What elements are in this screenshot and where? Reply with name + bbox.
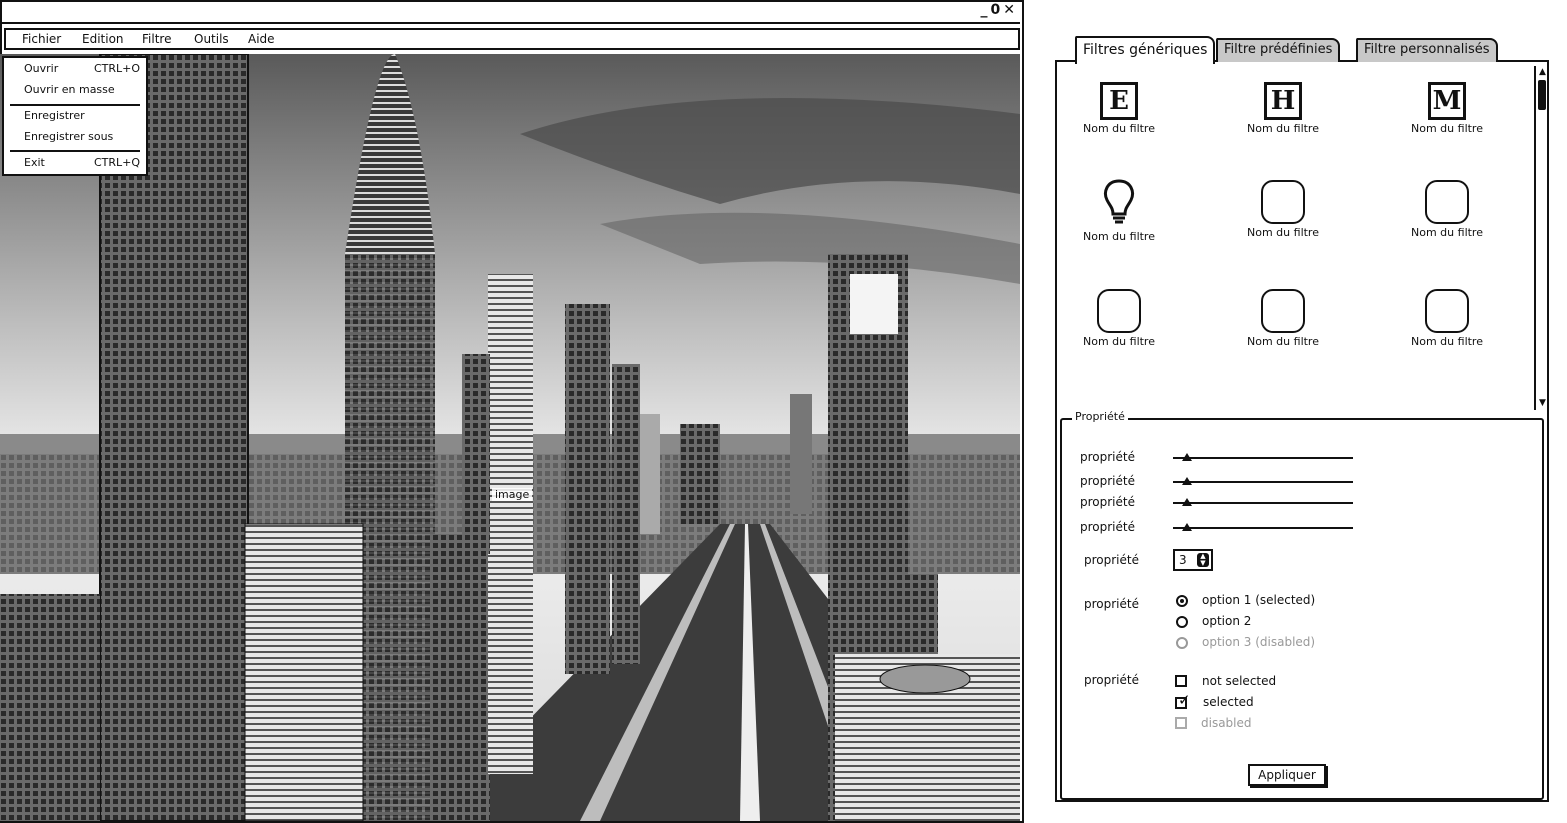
shortcut-exit: CTRL+Q bbox=[93, 156, 140, 169]
filter-item[interactable]: Nom du filtre bbox=[1228, 289, 1338, 348]
radio-option-3 bbox=[1176, 637, 1188, 649]
window-controls: _ 0 ✕ bbox=[979, 2, 1016, 18]
checkbox-selected-label: selected bbox=[1203, 695, 1254, 709]
property-label: propriété bbox=[1080, 520, 1135, 534]
checkbox-not-selected-label: not selected bbox=[1202, 674, 1277, 688]
filter-label: Nom du filtre bbox=[1247, 226, 1319, 239]
radio-option-2-label: option 2 bbox=[1202, 614, 1252, 628]
properties-legend: Propriété bbox=[1072, 410, 1128, 423]
filter-item[interactable]: M Nom du filtre bbox=[1392, 82, 1502, 135]
menu-item-enregistrer-sous[interactable]: Enregistrer sous bbox=[24, 130, 113, 143]
filter-item[interactable]: Nom du filtre bbox=[1064, 178, 1174, 243]
filter-item[interactable]: Nom du filtre bbox=[1392, 180, 1502, 239]
menu-aide[interactable]: Aide bbox=[248, 32, 275, 46]
letter-e-icon: E bbox=[1100, 82, 1138, 120]
menu-bar: Fichier Edition Filtre Outils Aide bbox=[4, 28, 1020, 50]
stepper-value[interactable]: 3 bbox=[1179, 553, 1187, 567]
slider-thumb[interactable] bbox=[1182, 498, 1193, 506]
slider-thumb[interactable] bbox=[1182, 477, 1193, 485]
radio-option-3-label: option 3 (disabled) bbox=[1202, 635, 1316, 649]
tab-filtre-predefinies[interactable]: Filtre prédéfinies bbox=[1216, 38, 1341, 62]
property-label: propriété bbox=[1080, 495, 1135, 509]
lightbulb-icon bbox=[1104, 179, 1134, 224]
filter-label: Nom du filtre bbox=[1083, 335, 1155, 348]
property-label: propriété bbox=[1080, 474, 1135, 488]
blank-placeholder-icon bbox=[1425, 289, 1469, 333]
checkbox-selected[interactable]: ✓ bbox=[1175, 691, 1191, 709]
menu-item-exit[interactable]: Exit bbox=[24, 156, 45, 169]
menu-separator bbox=[10, 104, 140, 106]
tab-filtres-generiques[interactable]: Filtres génériques bbox=[1075, 36, 1216, 64]
scroll-down-icon[interactable]: ▼ bbox=[1537, 398, 1548, 409]
filter-label: Nom du filtre bbox=[1083, 230, 1155, 243]
letter-h-icon: H bbox=[1264, 82, 1302, 120]
menu-outils[interactable]: Outils bbox=[194, 32, 229, 46]
blank-placeholder-icon bbox=[1425, 180, 1469, 224]
checkbox-disabled-label: disabled bbox=[1201, 716, 1252, 730]
radio-option-2[interactable] bbox=[1176, 616, 1188, 628]
property-label: propriété bbox=[1084, 553, 1139, 567]
city-photo bbox=[0, 54, 1020, 821]
stepper-arrows-icon[interactable]: ▲ ▼ bbox=[1197, 553, 1209, 567]
filter-label: Nom du filtre bbox=[1411, 226, 1483, 239]
slider-thumb[interactable] bbox=[1182, 523, 1193, 531]
property-slider[interactable] bbox=[1173, 453, 1353, 461]
filter-label: Nom du filtre bbox=[1083, 122, 1155, 135]
scroll-thumb[interactable] bbox=[1538, 80, 1546, 110]
filter-item[interactable]: H Nom du filtre bbox=[1228, 82, 1338, 135]
checkbox-disabled bbox=[1175, 717, 1187, 729]
close-icon[interactable]: ✕ bbox=[1003, 2, 1016, 18]
menu-item-enregistrer[interactable]: Enregistrer bbox=[24, 109, 85, 122]
shortcut-ouvrir: CTRL+O bbox=[93, 62, 140, 75]
apply-button[interactable]: Appliquer bbox=[1248, 764, 1326, 786]
filter-grid: E Nom du filtre H Nom du filtre M Nom du… bbox=[1058, 64, 1534, 408]
checkbox-not-selected[interactable] bbox=[1175, 675, 1187, 687]
slider-thumb[interactable] bbox=[1182, 453, 1193, 461]
menu-fichier[interactable]: Fichier bbox=[22, 32, 61, 46]
menu-item-ouvrir[interactable]: Ouvrir bbox=[24, 62, 58, 75]
image-label: image bbox=[492, 488, 533, 501]
filter-item[interactable]: Nom du filtre bbox=[1392, 289, 1502, 348]
filter-label: Nom du filtre bbox=[1247, 122, 1319, 135]
menu-item-ouvrir-en-masse[interactable]: Ouvrir en masse bbox=[24, 83, 115, 96]
filter-item[interactable]: Nom du filtre bbox=[1064, 289, 1174, 348]
filter-label: Nom du filtre bbox=[1247, 335, 1319, 348]
property-label: propriété bbox=[1084, 597, 1139, 611]
filter-item[interactable]: Nom du filtre bbox=[1228, 180, 1338, 239]
filter-label: Nom du filtre bbox=[1411, 335, 1483, 348]
property-slider[interactable] bbox=[1173, 477, 1353, 485]
scroll-up-icon[interactable]: ▲ bbox=[1537, 67, 1548, 78]
menu-separator bbox=[10, 150, 140, 152]
menu-edition[interactable]: Edition bbox=[82, 32, 124, 46]
title-bar: _ 0 ✕ bbox=[0, 0, 1020, 24]
letter-m-icon: M bbox=[1428, 82, 1466, 120]
blank-placeholder-icon bbox=[1261, 180, 1305, 224]
check-icon: ✓ bbox=[1178, 691, 1191, 709]
radio-option-1[interactable] bbox=[1176, 595, 1188, 607]
property-slider[interactable] bbox=[1173, 523, 1353, 531]
property-slider[interactable] bbox=[1173, 498, 1353, 506]
blank-placeholder-icon bbox=[1261, 289, 1305, 333]
filter-label: Nom du filtre bbox=[1411, 122, 1483, 135]
filter-item[interactable]: E Nom du filtre bbox=[1064, 82, 1174, 135]
blank-placeholder-icon bbox=[1097, 289, 1141, 333]
property-label: propriété bbox=[1080, 450, 1135, 464]
radio-option-1-label: option 1 (selected) bbox=[1202, 593, 1316, 607]
property-label: propriété bbox=[1084, 673, 1139, 687]
minimize-icon[interactable]: _ bbox=[981, 2, 989, 18]
image-viewport[interactable]: image bbox=[0, 54, 1020, 821]
tab-filtre-personnalises[interactable]: Filtre personnalisés bbox=[1356, 38, 1498, 62]
file-menu: Ouvrir CTRL+O Ouvrir en masse Enregistre… bbox=[2, 56, 148, 176]
quantity-stepper[interactable]: 3 ▲ ▼ bbox=[1173, 549, 1213, 571]
menu-filtre[interactable]: Filtre bbox=[142, 32, 171, 46]
filter-scrollbar[interactable]: ▲ ▼ bbox=[1534, 66, 1548, 410]
maximize-icon[interactable]: 0 bbox=[991, 2, 1002, 18]
